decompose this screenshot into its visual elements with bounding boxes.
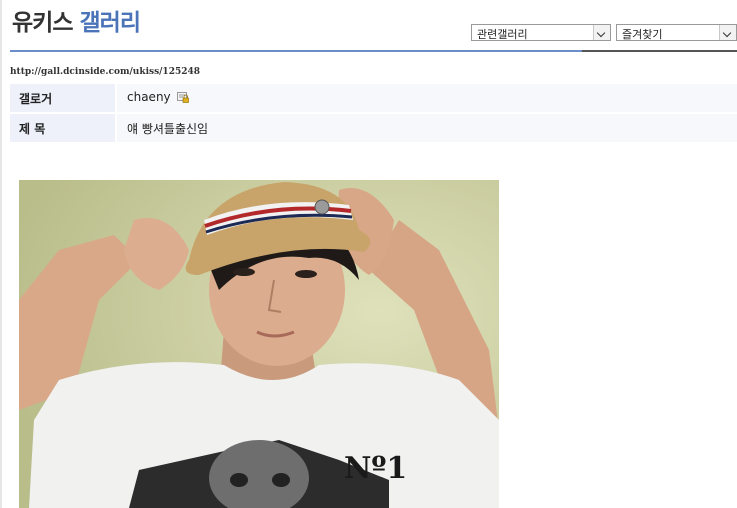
gallery-title-name: 유키스 [12, 10, 73, 36]
author-row: 갤로거 chaeny [10, 84, 737, 112]
subject-row: 제 목 얘 빵셔틀출신임 [10, 114, 737, 142]
shirt-graphic-text: Nº1 [344, 451, 407, 486]
post-url[interactable]: http://gall.dcinside.com/ukiss/125248 [10, 67, 200, 77]
subject-label: 제 목 [10, 114, 115, 142]
author-label: 갤로거 [10, 84, 115, 112]
chevron-down-icon [719, 25, 736, 40]
post-photo[interactable]: Nº1 [19, 180, 499, 508]
related-gallery-select-value: 관련갤러리 [477, 28, 528, 41]
related-gallery-select[interactable]: 관련갤러리 [471, 24, 611, 41]
author-name[interactable]: chaeny [127, 90, 171, 104]
subject-value: 얘 빵셔틀출신임 [117, 114, 737, 142]
favorites-select-value: 즐겨찾기 [622, 28, 663, 41]
gallery-title[interactable]: 유키스 갤러리 [12, 3, 141, 37]
favorites-select[interactable]: 즐겨찾기 [616, 24, 737, 41]
page-left-border [0, 0, 2, 508]
lock-icon[interactable] [177, 92, 190, 106]
header-divider-end [582, 50, 737, 52]
header-divider [10, 50, 582, 52]
gallery-title-suffix: 갤러리 [79, 10, 141, 36]
post-info-table: 갤로거 chaeny 제 목 얘 빵셔틀출신임 [10, 84, 737, 144]
chevron-down-icon [593, 25, 610, 40]
author-value: chaeny [117, 84, 737, 112]
